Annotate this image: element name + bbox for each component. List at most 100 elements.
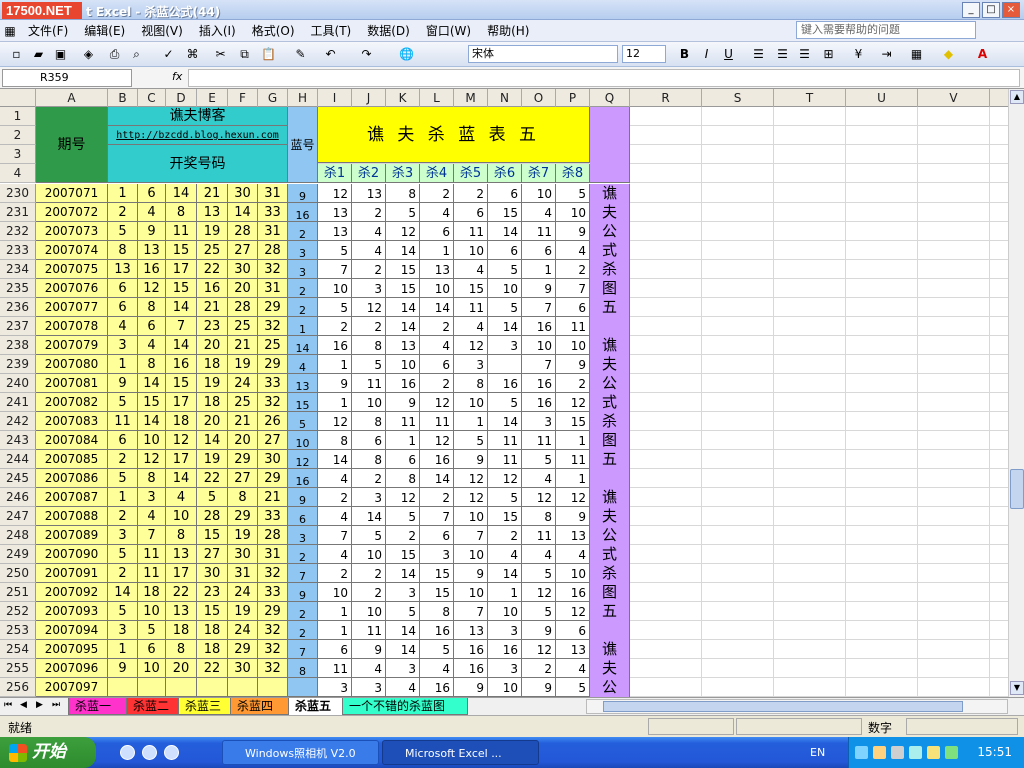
side-label-cell[interactable]: 杀 xyxy=(590,564,630,583)
row-header[interactable]: 252 xyxy=(0,602,36,621)
table-title[interactable]: 谯 夫 杀 蓝 表 五 xyxy=(318,107,590,163)
kill-value-cell[interactable]: 2 xyxy=(352,317,386,336)
kill-value-cell[interactable]: 12 xyxy=(420,431,454,450)
kill-value-cell[interactable]: 12 xyxy=(420,393,454,412)
side-label-cell[interactable]: 式 xyxy=(590,241,630,260)
draw-number-cell[interactable]: 10 xyxy=(138,431,166,450)
draw-number-cell[interactable]: 22 xyxy=(197,659,228,678)
draw-number-cell[interactable]: 6 xyxy=(108,431,138,450)
kill-value-cell[interactable]: 4 xyxy=(420,203,454,222)
hyperlink-icon[interactable]: 🌐 xyxy=(398,46,415,63)
blue-number-cell[interactable]: 10 xyxy=(288,431,318,450)
draw-number-cell[interactable]: 2 xyxy=(108,203,138,222)
kill-value-cell[interactable]: 6 xyxy=(420,222,454,241)
kill-value-cell[interactable]: 6 xyxy=(522,241,556,260)
draw-number-cell[interactable]: 6 xyxy=(138,184,166,203)
kill-value-cell[interactable]: 3 xyxy=(488,336,522,355)
draw-number-cell[interactable]: 14 xyxy=(138,412,166,431)
open-folder-icon[interactable]: ▰ xyxy=(30,46,47,63)
kill-value-cell[interactable]: 10 xyxy=(352,393,386,412)
draw-number-cell[interactable]: 20 xyxy=(197,412,228,431)
kill-value-cell[interactable]: 7 xyxy=(556,279,590,298)
kill-value-cell[interactable]: 6 xyxy=(454,203,488,222)
menu-item[interactable]: 格式(O) xyxy=(244,20,303,42)
draw-number-cell[interactable]: 30 xyxy=(228,260,258,279)
draw-number-cell[interactable]: 29 xyxy=(228,640,258,659)
kill-value-cell[interactable]: 13 xyxy=(318,222,352,241)
row-header[interactable]: 4 xyxy=(0,164,36,183)
kill-value-cell[interactable]: 2 xyxy=(352,583,386,602)
draw-number-cell[interactable]: 5 xyxy=(197,488,228,507)
draw-number-cell[interactable]: 12 xyxy=(138,450,166,469)
kill-value-cell[interactable]: 10 xyxy=(352,545,386,564)
cut-icon[interactable]: ✂ xyxy=(212,46,229,63)
column-header[interactable]: C xyxy=(138,89,166,107)
blue-number-cell[interactable]: 4 xyxy=(288,355,318,374)
column-header[interactable]: J xyxy=(352,89,386,107)
side-label-cell[interactable]: 谯 xyxy=(590,488,630,507)
period-cell[interactable]: 2007082 xyxy=(36,393,108,412)
kill-value-cell[interactable]: 1 xyxy=(318,621,352,640)
side-label-cell[interactable]: 公 xyxy=(590,678,630,697)
kill-value-cell[interactable]: 15 xyxy=(488,203,522,222)
draw-number-cell[interactable]: 31 xyxy=(258,222,288,241)
blue-number-cell[interactable]: 7 xyxy=(288,640,318,659)
kill-value-cell[interactable]: 16 xyxy=(386,374,420,393)
kill-value-cell[interactable]: 12 xyxy=(318,412,352,431)
kill-value-cell[interactable]: 7 xyxy=(420,507,454,526)
kill-value-cell[interactable]: 1 xyxy=(454,412,488,431)
column-header[interactable]: E xyxy=(197,89,228,107)
draw-number-cell[interactable]: 20 xyxy=(166,659,197,678)
kill-value-cell[interactable]: 10 xyxy=(488,279,522,298)
kill-value-cell[interactable]: 2 xyxy=(420,488,454,507)
draw-number-cell[interactable]: 2 xyxy=(108,564,138,583)
side-label-cell[interactable]: 图 xyxy=(590,583,630,602)
draw-number-cell[interactable]: 32 xyxy=(258,317,288,336)
row-header[interactable]: 230 xyxy=(0,184,36,203)
column-header[interactable]: A xyxy=(36,89,108,107)
draw-number-cell[interactable]: 22 xyxy=(197,260,228,279)
kill-value-cell[interactable]: 3 xyxy=(488,621,522,640)
draw-number-cell[interactable]: 22 xyxy=(197,469,228,488)
period-cell[interactable]: 2007088 xyxy=(36,507,108,526)
menu-item[interactable]: 窗口(W) xyxy=(418,20,479,42)
kill-value-cell[interactable]: 16 xyxy=(488,374,522,393)
tray-volume-icon[interactable] xyxy=(909,746,922,759)
kill-value-cell[interactable]: 2 xyxy=(318,564,352,583)
side-label-cell[interactable]: 图 xyxy=(590,279,630,298)
period-cell[interactable]: 2007093 xyxy=(36,602,108,621)
menu-item[interactable]: 工具(T) xyxy=(303,20,360,42)
kill-value-cell[interactable]: 16 xyxy=(522,374,556,393)
period-header[interactable]: 期号 xyxy=(36,107,108,183)
kill-value-cell[interactable]: 5 xyxy=(556,678,590,697)
kill-value-cell[interactable]: 15 xyxy=(386,260,420,279)
column-header[interactable]: U xyxy=(846,89,918,107)
column-header[interactable]: G xyxy=(258,89,288,107)
draw-number-cell[interactable]: 20 xyxy=(197,336,228,355)
kill-value-cell[interactable]: 5 xyxy=(352,526,386,545)
side-label-cell[interactable]: 公 xyxy=(590,526,630,545)
kill-value-cell[interactable]: 10 xyxy=(454,393,488,412)
draw-number-cell[interactable]: 6 xyxy=(108,279,138,298)
period-cell[interactable]: 2007086 xyxy=(36,469,108,488)
draw-number-cell[interactable] xyxy=(258,678,288,697)
draw-number-cell[interactable]: 31 xyxy=(258,545,288,564)
blue-number-cell[interactable]: 9 xyxy=(288,583,318,602)
blue-number-cell[interactable]: 1 xyxy=(288,317,318,336)
row-header[interactable]: 243 xyxy=(0,431,36,450)
kill-value-cell[interactable]: 16 xyxy=(454,659,488,678)
draw-number-cell[interactable] xyxy=(197,678,228,697)
prev-sheet-icon[interactable]: ◀ xyxy=(20,700,27,710)
kill-value-cell[interactable]: 16 xyxy=(522,317,556,336)
kill-column-header[interactable]: 杀8 xyxy=(556,164,590,183)
taskbar-item-camera[interactable]: Windows照相机 V2.0 xyxy=(222,740,379,765)
draw-number-cell[interactable]: 15 xyxy=(138,393,166,412)
kill-value-cell[interactable]: 13 xyxy=(454,621,488,640)
side-label-cell[interactable] xyxy=(590,317,630,336)
kill-value-cell[interactable]: 14 xyxy=(386,564,420,583)
draw-number-cell[interactable]: 32 xyxy=(258,260,288,279)
kill-value-cell[interactable]: 4 xyxy=(318,469,352,488)
kill-value-cell[interactable]: 11 xyxy=(522,431,556,450)
column-header[interactable]: D xyxy=(166,89,197,107)
draw-number-cell[interactable]: 1 xyxy=(108,640,138,659)
